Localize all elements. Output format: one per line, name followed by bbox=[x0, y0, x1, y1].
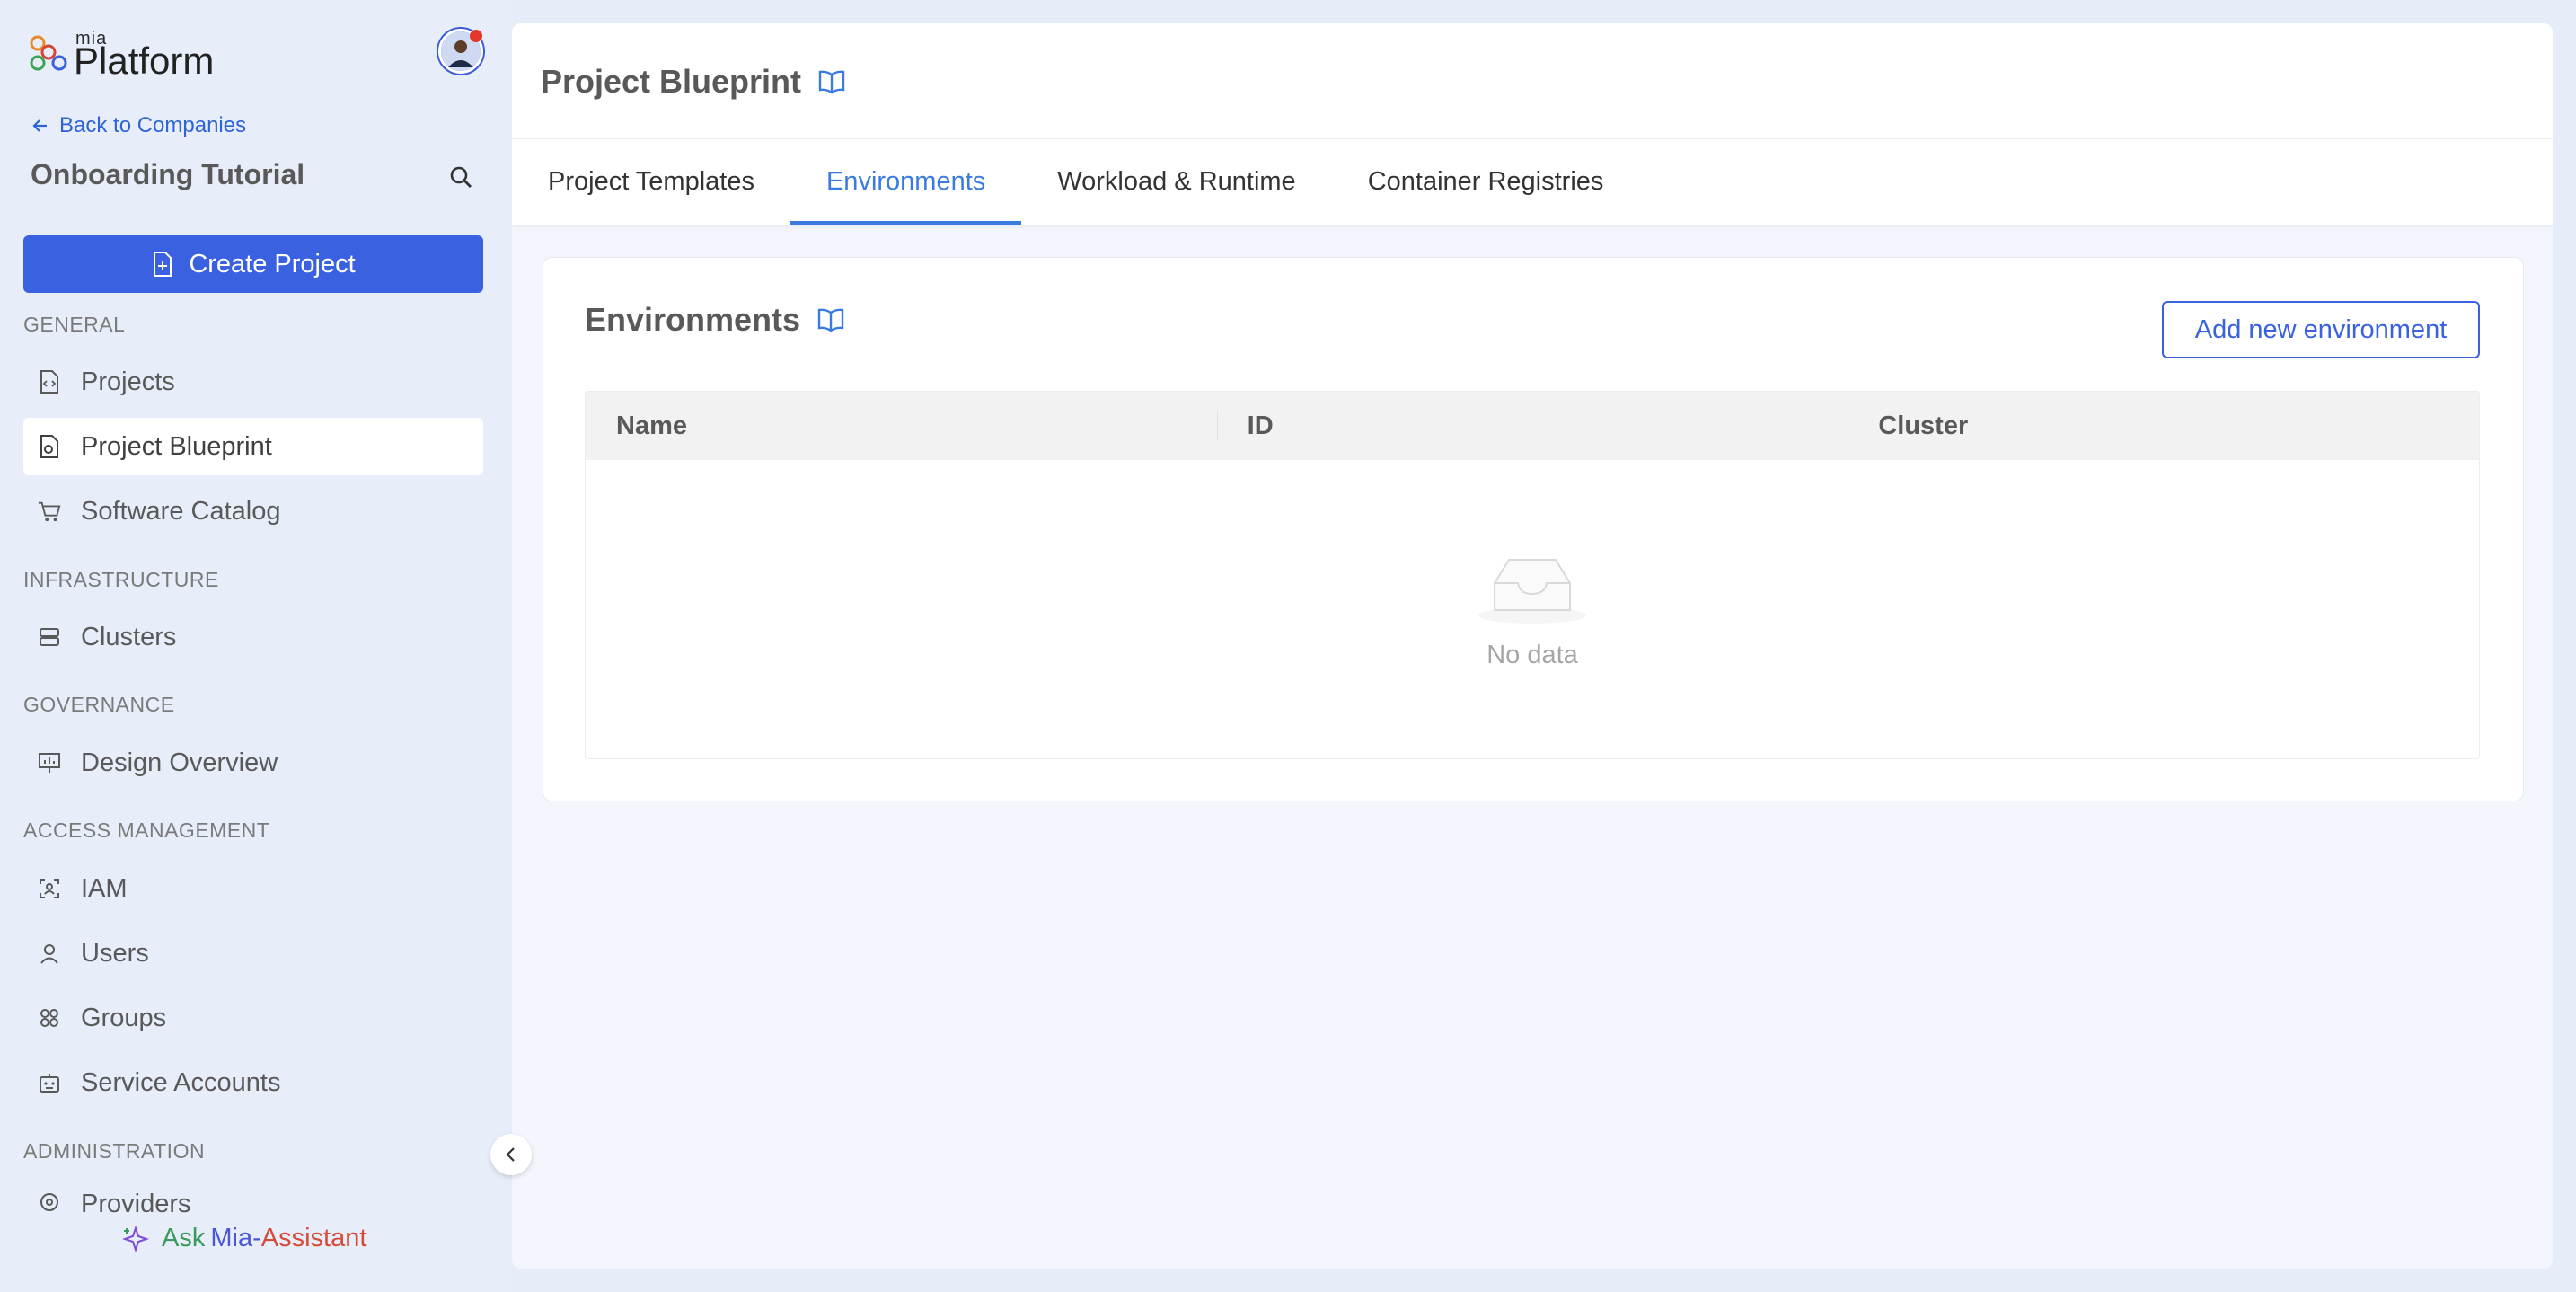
notification-dot bbox=[470, 30, 482, 42]
column-header-name: Name bbox=[616, 411, 687, 440]
user-icon bbox=[38, 942, 61, 965]
sidebar-item-label: Project Blueprint bbox=[81, 431, 272, 461]
book-open-icon[interactable] bbox=[816, 307, 845, 332]
column-header-cluster: Cluster bbox=[1848, 392, 2479, 460]
sidebar-item-project-blueprint[interactable]: Project Blueprint bbox=[23, 418, 483, 475]
sidebar-item-software-catalog[interactable]: Software Catalog bbox=[23, 482, 483, 540]
logo-hexagons-icon bbox=[30, 35, 67, 71]
sidebar: mia Platform Back to Companies Onboardin… bbox=[0, 0, 510, 1292]
page-title: Project Blueprint bbox=[541, 63, 846, 101]
sidebar-item-service-accounts[interactable]: Service Accounts bbox=[23, 1054, 483, 1111]
sidebar-item-label: Software Catalog bbox=[81, 496, 281, 526]
server-icon bbox=[38, 625, 61, 649]
sidebar-item-providers[interactable]: Providers bbox=[23, 1181, 483, 1217]
tab-environments[interactable]: Environments bbox=[790, 138, 1022, 225]
empty-state: No data bbox=[586, 460, 2479, 758]
file-code-icon bbox=[38, 370, 61, 394]
user-avatar[interactable] bbox=[438, 29, 483, 74]
sidebar-item-design-overview[interactable]: Design Overview bbox=[23, 734, 483, 792]
search-icon bbox=[450, 166, 472, 188]
add-new-environment-button[interactable]: Add new environment bbox=[2162, 301, 2480, 358]
main-content: Project Blueprint Project Templates Envi… bbox=[512, 23, 2553, 1269]
tabs: Project Templates Environments Workload … bbox=[512, 138, 1639, 225]
robot-icon bbox=[38, 1071, 61, 1094]
mia-platform-logo[interactable]: mia Platform bbox=[27, 27, 234, 82]
logo-platform-text: Platform bbox=[74, 40, 215, 82]
sidebar-item-label: Clusters bbox=[81, 622, 177, 651]
section-access-management: ACCESS MANAGEMENT bbox=[23, 819, 270, 842]
empty-inbox-icon bbox=[1478, 558, 1586, 624]
sidebar-item-iam[interactable]: IAM bbox=[23, 860, 483, 917]
ask-mia-assistant-button[interactable]: Ask Mia-Assistant bbox=[122, 1224, 366, 1253]
sidebar-item-label: Projects bbox=[81, 367, 175, 396]
arrow-left-icon bbox=[32, 119, 47, 132]
tab-container-registries[interactable]: Container Registries bbox=[1332, 138, 1640, 225]
company-title: Onboarding Tutorial bbox=[31, 158, 305, 190]
chevron-left-icon bbox=[506, 1147, 515, 1162]
tab-workload-runtime[interactable]: Workload & Runtime bbox=[1021, 138, 1331, 225]
environments-card: Environments Add new environment Name ID… bbox=[543, 257, 2524, 801]
cloud-gear-icon bbox=[38, 1190, 61, 1213]
column-header-id: ID bbox=[1216, 392, 1848, 460]
empty-state-text: No data bbox=[1486, 640, 1578, 669]
create-project-label: Create Project bbox=[189, 249, 356, 279]
file-add-icon bbox=[154, 252, 172, 277]
back-link-label: Back to Companies bbox=[59, 113, 247, 137]
sidebar-item-users[interactable]: Users bbox=[23, 925, 483, 982]
section-infrastructure: INFRASTRUCTURE bbox=[23, 568, 219, 591]
section-governance: GOVERNANCE bbox=[23, 693, 175, 716]
collapse-sidebar-button[interactable] bbox=[490, 1134, 532, 1175]
sidebar-item-groups[interactable]: Groups bbox=[23, 989, 483, 1047]
section-general: GENERAL bbox=[23, 313, 126, 336]
book-open-icon[interactable] bbox=[817, 69, 846, 94]
page-header: Project Blueprint Project Templates Envi… bbox=[512, 23, 2553, 225]
users-group-icon bbox=[38, 1006, 61, 1030]
shopping-cart-icon bbox=[38, 500, 61, 523]
environments-table: Name ID Cluster No data bbox=[585, 391, 2480, 759]
sparkle-icon bbox=[122, 1225, 149, 1252]
sidebar-item-label: Providers bbox=[81, 1190, 191, 1217]
ask-label-name: Mia-Assistant bbox=[210, 1224, 366, 1253]
sidebar-item-label: Groups bbox=[81, 1003, 167, 1032]
ask-label-assistant: Assistant bbox=[260, 1224, 367, 1252]
card-title: Environments bbox=[585, 301, 845, 339]
table-header: Name ID Cluster bbox=[586, 392, 2479, 460]
tab-project-templates[interactable]: Project Templates bbox=[512, 138, 790, 225]
create-project-button[interactable]: Create Project bbox=[23, 235, 483, 293]
back-to-companies-link[interactable]: Back to Companies bbox=[31, 113, 246, 138]
card-title-text: Environments bbox=[585, 301, 801, 338]
ask-label-prefix: Ask bbox=[162, 1224, 206, 1252]
scan-user-icon bbox=[38, 877, 61, 900]
sidebar-item-label: Design Overview bbox=[81, 748, 278, 777]
presentation-chart-icon bbox=[38, 751, 61, 774]
ask-label-mia: Mia- bbox=[210, 1224, 261, 1252]
sidebar-item-projects[interactable]: Projects bbox=[23, 353, 483, 411]
file-gear-icon bbox=[38, 435, 61, 458]
sidebar-item-clusters[interactable]: Clusters bbox=[23, 608, 483, 666]
sidebar-item-label: IAM bbox=[81, 873, 128, 903]
sidebar-item-label: Service Accounts bbox=[81, 1067, 281, 1097]
page-title-text: Project Blueprint bbox=[541, 63, 802, 100]
sidebar-item-label: Users bbox=[81, 938, 149, 968]
search-button[interactable] bbox=[446, 162, 478, 194]
section-administration: ADMINISTRATION bbox=[23, 1139, 206, 1163]
